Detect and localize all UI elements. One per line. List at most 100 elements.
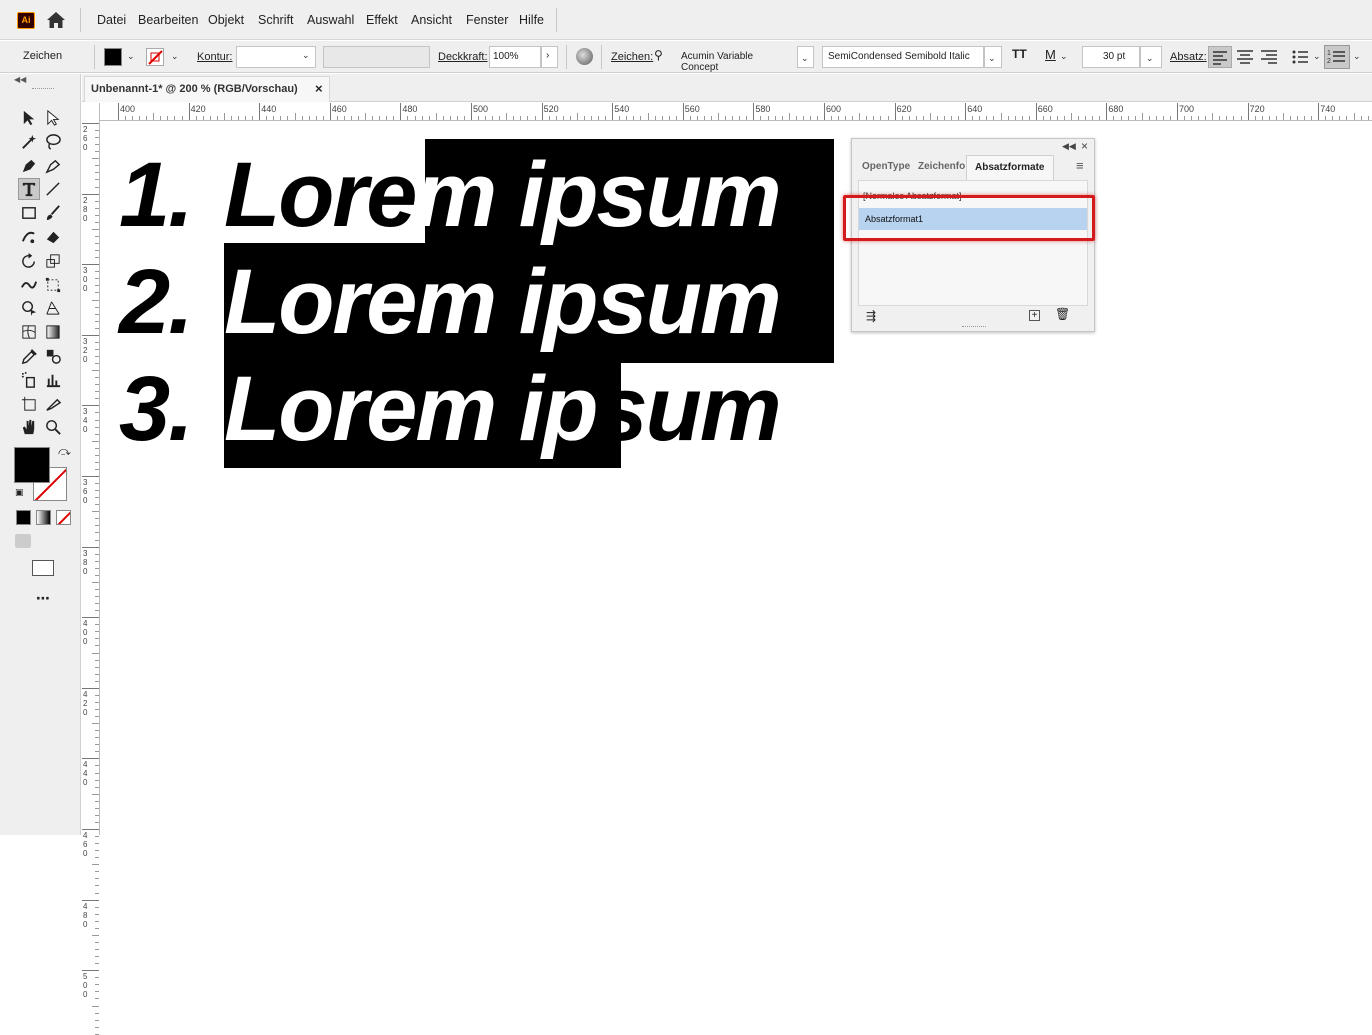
gradient-tool-icon[interactable] (42, 321, 64, 343)
variable-width-profile[interactable] (323, 46, 430, 68)
panel-menu-icon[interactable]: ≡ (1076, 158, 1084, 173)
opacity-label[interactable]: Deckkraft: (438, 51, 488, 63)
perspective-grid-tool-icon[interactable] (42, 297, 64, 319)
new-style-icon[interactable]: + (1029, 310, 1040, 321)
line-tool-icon[interactable] (42, 178, 64, 200)
menu-bearbeiten[interactable]: Bearbeiten (138, 13, 198, 27)
home-icon[interactable] (46, 11, 66, 29)
chevron-down-icon[interactable]: ⌄ (171, 51, 179, 62)
chevron-down-icon[interactable]: ⌄ (1140, 46, 1162, 68)
list-line-2[interactable]: Lorem ipsum (224, 256, 782, 348)
toolbox-grip[interactable] (32, 88, 54, 90)
artboard-tool-icon[interactable] (18, 393, 40, 415)
chevron-down-icon[interactable]: ⌄ (1353, 51, 1361, 62)
paragraph-label[interactable]: Absatz: (1170, 51, 1207, 63)
type-tool-icon[interactable] (18, 178, 40, 201)
close-icon[interactable]: × (315, 81, 323, 96)
column-graph-tool-icon[interactable] (42, 369, 64, 391)
menu-ansicht[interactable]: Ansicht (411, 13, 452, 27)
none-mode-icon[interactable] (56, 510, 71, 525)
bullets-icon[interactable] (1290, 47, 1312, 67)
chevron-right-icon[interactable]: › (541, 46, 558, 68)
close-icon[interactable]: × (1081, 139, 1088, 153)
align-left-icon[interactable] (1208, 46, 1232, 68)
screen-mode-icon[interactable] (32, 560, 54, 576)
ruler-minor-tick (95, 391, 99, 393)
chevron-down-icon[interactable]: ⌄ (302, 50, 310, 61)
chevron-down-icon[interactable]: ⌄ (1313, 51, 1321, 62)
panel-resize-grip[interactable] (962, 326, 986, 328)
font-style-field[interactable]: SemiCondensed Semibold Italic (822, 46, 984, 68)
fill-swatch[interactable] (104, 48, 122, 66)
tab-character-styles[interactable]: Zeichenfo (912, 155, 966, 180)
collapse-icon[interactable]: ◀◀ (14, 75, 26, 84)
color-mode-icon[interactable] (16, 510, 31, 525)
character-label[interactable]: Zeichen: (611, 51, 653, 63)
fill-front-swatch[interactable] (14, 447, 50, 483)
magic-wand-tool-icon[interactable] (18, 131, 40, 153)
vertical-ruler[interactable]: 260 280 300 320 340 360 380 400 420 440 460 480 500 (82, 103, 100, 1035)
artboard-canvas[interactable]: 1. Lorem ipsum 2. Lorem ipsum 3. Lorem i… (101, 122, 1372, 835)
swap-colors-icon[interactable]: ⤼ (58, 444, 71, 459)
eyedropper-tool-icon[interactable] (18, 345, 40, 367)
slice-tool-icon[interactable] (42, 393, 64, 415)
chevron-down-icon[interactable]: ⌄ (127, 51, 135, 62)
stroke-swatch[interactable] (146, 48, 164, 66)
tab-opentype[interactable]: OpenType (858, 155, 912, 180)
direct-selection-tool-icon[interactable] (42, 107, 64, 129)
draw-normal-icon[interactable] (15, 534, 31, 548)
list-line-1[interactable]: Lorem ipsum (224, 149, 824, 249)
align-right-icon[interactable] (1258, 47, 1280, 67)
menu-auswahl[interactable]: Auswahl (307, 13, 354, 27)
stroke-label[interactable]: Kontur: (197, 51, 232, 63)
trash-icon[interactable]: 🗑 (1055, 307, 1070, 321)
tab-paragraph-styles[interactable]: Absatzformate (966, 155, 1054, 180)
menu-fenster[interactable]: Fenster (466, 13, 508, 27)
rectangle-tool-icon[interactable] (18, 202, 40, 224)
scale-tool-icon[interactable] (42, 250, 64, 272)
search-icon[interactable]: ⚲ (654, 48, 663, 62)
eraser-tool-icon[interactable] (42, 226, 64, 248)
zoom-tool-icon[interactable] (42, 416, 64, 438)
opacity-field[interactable]: 100% (489, 46, 541, 68)
more-tools-icon[interactable]: ⋯ (36, 590, 50, 607)
collapse-panel-icon[interactable]: ◀◀ (1062, 141, 1076, 152)
recolor-icon[interactable] (576, 48, 593, 65)
paintbrush-tool-icon[interactable] (42, 202, 64, 224)
symbol-sprayer-tool-icon[interactable] (18, 369, 40, 391)
align-center-icon[interactable] (1234, 47, 1256, 67)
lasso-tool-icon[interactable] (42, 131, 64, 153)
font-size-field[interactable]: 30 pt (1082, 46, 1140, 68)
chevron-down-icon[interactable]: ⌄ (797, 46, 814, 68)
menu-objekt[interactable]: Objekt (208, 13, 244, 27)
free-transform-tool-icon[interactable] (42, 274, 64, 296)
selection-tool-icon[interactable] (18, 107, 40, 129)
menu-datei[interactable]: Datei (97, 13, 126, 27)
mesh-tool-icon[interactable] (18, 321, 40, 343)
shape-builder-tool-icon[interactable] (18, 297, 40, 319)
pen-tool-icon[interactable] (18, 155, 40, 177)
menu-hilfe[interactable]: Hilfe (519, 13, 544, 27)
document-tab[interactable]: Unbenannt-1* @ 200 % (RGB/Vorschau) × (84, 76, 330, 102)
chevron-down-icon[interactable]: ⌄ (984, 46, 1002, 68)
curvature-tool-icon[interactable] (42, 155, 64, 177)
numbered-list-icon[interactable]: 12 (1324, 45, 1350, 69)
shaper-tool-icon[interactable] (18, 226, 40, 248)
horizontal-ruler[interactable]: 400 420 440 460 480 500 520 540 560 580 600 620 640 6… (82, 103, 1372, 121)
touch-type-icon[interactable]: TT (1012, 47, 1027, 61)
menu-schrift[interactable]: Schrift (258, 13, 293, 27)
load-styles-icon[interactable]: ⇶ (866, 309, 876, 323)
menu-effekt[interactable]: Effekt (366, 13, 398, 27)
width-tool-icon[interactable] (18, 274, 40, 296)
hand-tool-icon[interactable] (18, 416, 40, 438)
font-family-field[interactable]: Acumin Variable Concept (677, 46, 797, 73)
chevron-down-icon[interactable]: ⌄ (1060, 51, 1068, 62)
blend-tool-icon[interactable] (42, 345, 64, 367)
rotate-tool-icon[interactable] (18, 250, 40, 272)
gradient-mode-icon[interactable] (36, 510, 51, 525)
draw-behind-icon[interactable] (36, 534, 52, 548)
font-size-icon[interactable]: M (1045, 47, 1056, 62)
default-colors-icon[interactable]: ▣ (15, 487, 24, 498)
draw-inside-icon[interactable] (56, 534, 72, 548)
list-line-3[interactable]: Lorem ipsum (224, 363, 782, 455)
